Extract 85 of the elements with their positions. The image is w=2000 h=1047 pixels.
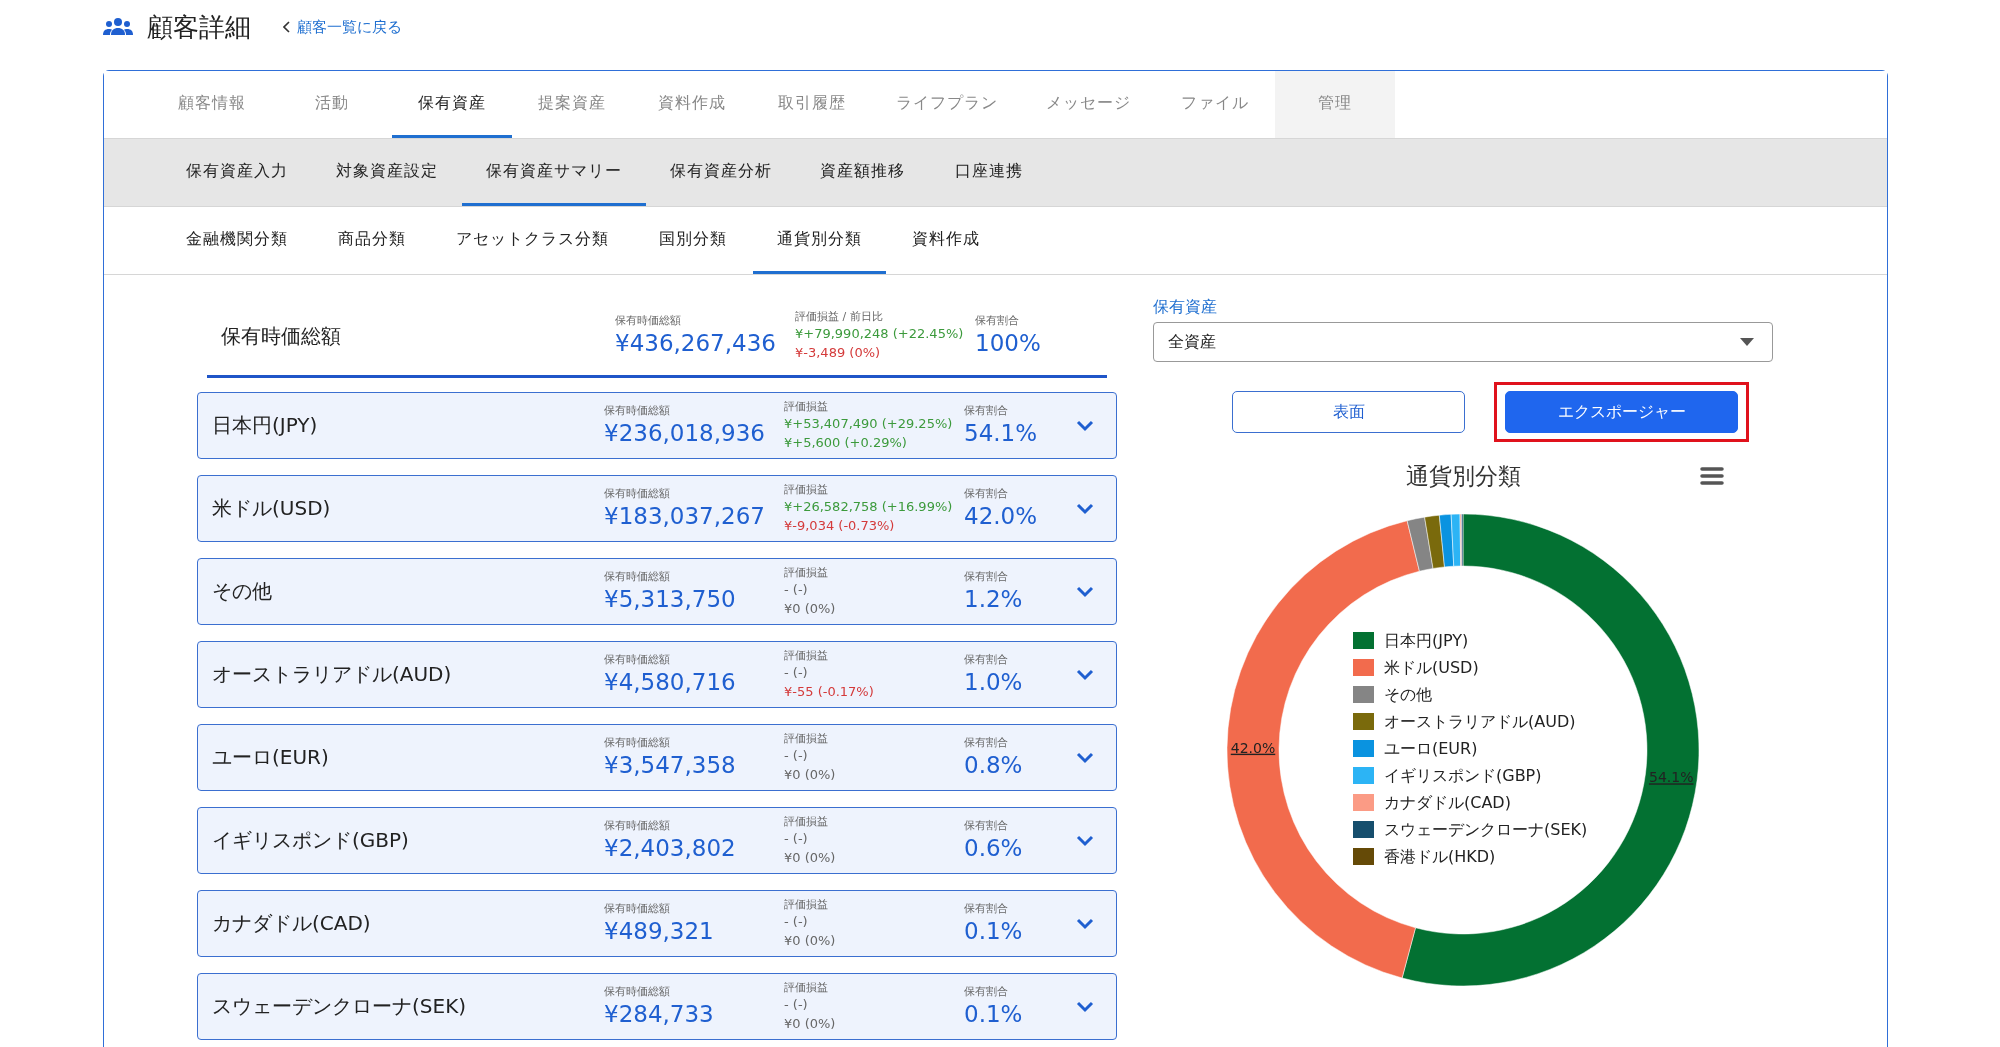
currency-name: カナダドル(CAD): [211, 910, 372, 937]
profit-loss-value: ¥0 (0%): [784, 931, 837, 950]
amount-value: ¥183,037,267: [604, 501, 766, 531]
profit-loss-value: ¥+53,407,490 (+29.25%): [784, 414, 954, 433]
currency-name: イギリスポンド(GBP): [211, 827, 410, 854]
column-label: 保有時価総額: [604, 486, 671, 501]
column-label: 評価損益: [784, 399, 829, 414]
profit-loss-value: ¥0 (0%): [784, 848, 837, 867]
legend-label: オーストラリアドル(AUD): [1384, 711, 1576, 732]
share-value: 0.8%: [964, 750, 1024, 780]
profit-loss-value: ¥-3,489 (0%): [795, 344, 882, 362]
column-label: 保有時価総額: [604, 901, 671, 916]
legend-label: イギリスポンド(GBP): [1384, 765, 1542, 786]
share-value: 54.1%: [964, 418, 1039, 448]
profit-loss-value: - (-): [784, 580, 809, 599]
profit-loss-value: - (-): [784, 746, 809, 765]
column-label: 保有割合: [964, 901, 1009, 916]
column-label: 評価損益: [784, 648, 829, 663]
share-value: 42.0%: [964, 501, 1039, 531]
column-label: 保有割合: [964, 486, 1009, 501]
share-value: 0.1%: [964, 916, 1024, 946]
column-label: 評価損益: [784, 482, 829, 497]
column-label: 保有割合: [964, 984, 1009, 999]
profit-loss-value: ¥-9,034 (-0.73%): [784, 516, 896, 535]
column-label: 保有時価総額: [604, 735, 671, 750]
column-label: 保有割合: [964, 569, 1009, 584]
currency-name: オーストラリアドル(AUD): [211, 661, 453, 688]
share-value: 0.1%: [964, 999, 1024, 1029]
currency-name: 米ドル(USD): [211, 495, 332, 522]
legend-label: 米ドル(USD): [1384, 657, 1479, 678]
amount-value: ¥236,018,936: [604, 418, 766, 448]
chart-title: 通貨別分類: [1405, 461, 1521, 491]
amount-value: ¥3,547,358: [604, 750, 737, 780]
slice-label: 42.0%: [1230, 739, 1276, 756]
profit-loss-value: ¥+26,582,758 (+16.99%): [784, 497, 954, 516]
currency-name: 日本円(JPY): [211, 412, 319, 439]
profit-loss-value: ¥0 (0%): [784, 599, 837, 618]
profit-loss-value: - (-): [784, 663, 809, 682]
amount-value: ¥5,313,750: [604, 584, 737, 614]
amount-value: ¥489,321: [604, 916, 715, 946]
column-label: 保有割合: [964, 403, 1009, 418]
summary-title: 保有時価総額: [220, 322, 342, 350]
amount-value: ¥284,733: [604, 999, 715, 1029]
column-label: 評価損益 / 前日比: [795, 310, 884, 324]
legend-label: カナダドル(CAD): [1384, 792, 1511, 813]
currency-name: その他: [211, 578, 273, 605]
amount-value: ¥4,580,716: [604, 667, 737, 697]
column-label: 保有割合: [975, 314, 1020, 328]
column-label: 保有時価総額: [615, 314, 682, 328]
share-value: 0.6%: [964, 833, 1024, 863]
profit-loss-value: - (-): [784, 912, 809, 931]
slice-label: 54.1%: [1648, 769, 1694, 786]
legend-label: その他: [1384, 684, 1432, 705]
column-label: 評価損益: [784, 731, 829, 746]
share-value: 1.2%: [964, 584, 1024, 614]
column-label: 保有割合: [964, 818, 1009, 833]
column-label: 評価損益: [784, 897, 829, 912]
profit-loss-value: ¥0 (0%): [784, 1014, 837, 1033]
profit-loss-value: ¥0 (0%): [784, 765, 837, 784]
amount-value: ¥2,403,802: [604, 833, 737, 863]
column-label: 保有時価総額: [604, 569, 671, 584]
share-value: 100%: [975, 329, 1042, 358]
column-label: 保有時価総額: [604, 652, 671, 667]
column-label: 評価損益: [784, 814, 829, 829]
profit-loss-value: ¥+79,990,248 (+22.45%): [795, 325, 965, 343]
profit-loss-value: - (-): [784, 829, 809, 848]
column-label: 保有割合: [964, 735, 1009, 750]
legend-label: 香港ドル(HKD): [1384, 846, 1496, 867]
share-value: 1.0%: [964, 667, 1024, 697]
field-label: 保有資産: [1153, 297, 1218, 318]
profit-loss-value: - (-): [784, 995, 809, 1014]
column-label: 保有時価総額: [604, 984, 671, 999]
legend-label: ユーロ(EUR): [1384, 738, 1478, 759]
currency-name: スウェーデンクローナ(SEK): [211, 993, 468, 1020]
legend-label: 日本円(JPY): [1384, 630, 1469, 651]
profit-loss-value: ¥-55 (-0.17%): [784, 682, 875, 701]
profit-loss-value: ¥+5,600 (+0.29%): [784, 433, 908, 452]
column-label: 評価損益: [784, 565, 829, 580]
page-title: 顧客詳細: [147, 10, 251, 44]
column-label: 保有時価総額: [604, 818, 671, 833]
amount-value: ¥436,267,436: [615, 329, 777, 358]
currency-name: ユーロ(EUR): [211, 744, 330, 771]
column-label: 保有時価総額: [604, 403, 671, 418]
column-label: 保有割合: [964, 652, 1009, 667]
column-label: 評価損益: [784, 980, 829, 995]
